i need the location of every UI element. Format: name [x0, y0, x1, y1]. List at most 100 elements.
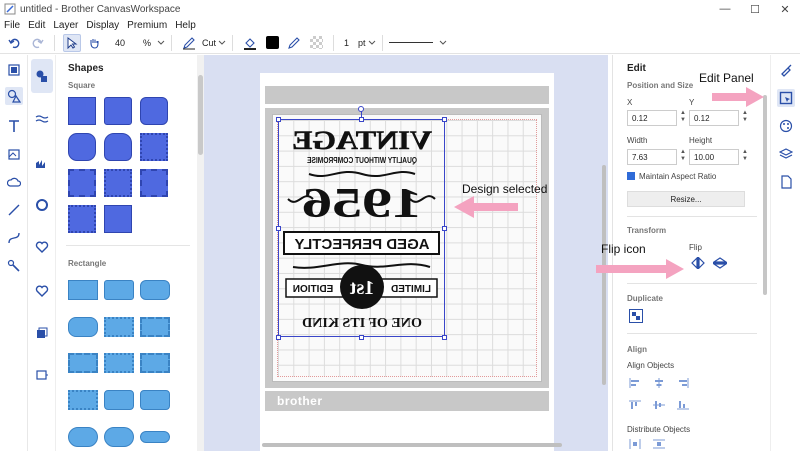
- shapes-button[interactable]: [5, 87, 23, 105]
- cut-label[interactable]: Cut: [202, 38, 216, 48]
- fill-color-swatch[interactable]: [263, 34, 281, 52]
- shape-square-scallop[interactable]: [104, 169, 132, 197]
- align-middle-icon[interactable]: [653, 400, 665, 410]
- shape-rectangle-round[interactable]: [140, 280, 170, 300]
- shape-rectangle-stamp[interactable]: [104, 317, 134, 337]
- shape-rectangle-zigzag[interactable]: [140, 317, 170, 337]
- y-stepper[interactable]: ▲ ▼: [742, 110, 748, 124]
- x-stepper[interactable]: ▲ ▼: [680, 110, 686, 124]
- resize-handle-w[interactable]: [276, 226, 281, 231]
- shape-rectangle-dots[interactable]: [68, 390, 98, 410]
- shape-square-plain[interactable]: [104, 205, 132, 233]
- height-stepper[interactable]: ▲ ▼: [742, 149, 748, 163]
- cloud-button[interactable]: [5, 173, 23, 191]
- transparent-color-swatch[interactable]: [307, 34, 325, 52]
- edit-panel-button[interactable]: [777, 89, 795, 107]
- shape-square-stamp[interactable]: [140, 133, 168, 161]
- shape-rectangle-soft[interactable]: [68, 317, 98, 337]
- shape-square-zigzag[interactable]: [68, 169, 96, 197]
- zoom-input[interactable]: 40: [111, 35, 139, 51]
- shape-square-rounded[interactable]: [104, 97, 132, 125]
- align-left-icon[interactable]: [629, 378, 641, 388]
- menu-edit[interactable]: Edit: [28, 20, 45, 31]
- menu-file[interactable]: File: [4, 20, 20, 31]
- resize-handle-nw[interactable]: [276, 117, 281, 122]
- shape-rectangle[interactable]: [68, 280, 98, 300]
- align-center-icon[interactable]: [653, 378, 665, 388]
- width-stepper[interactable]: ▲ ▼: [680, 149, 686, 163]
- close-button[interactable]: ✕: [770, 0, 800, 18]
- resize-handle-e[interactable]: [442, 226, 447, 231]
- flip-vertical-icon[interactable]: [713, 257, 727, 269]
- category-hearts[interactable]: [32, 237, 52, 257]
- line-tool-button[interactable]: [180, 34, 198, 52]
- height-input[interactable]: 10.00: [689, 149, 739, 165]
- width-input[interactable]: 7.63: [627, 149, 677, 165]
- x-input[interactable]: 0.12: [627, 110, 677, 126]
- menu-help[interactable]: Help: [175, 20, 196, 31]
- undo-button[interactable]: [6, 34, 24, 52]
- text-button[interactable]: [5, 117, 23, 135]
- duplicate-button[interactable]: [629, 309, 643, 323]
- shape-rectangle-thin[interactable]: [140, 431, 170, 443]
- select-tool-button[interactable]: [63, 33, 81, 52]
- trace-button[interactable]: [5, 145, 23, 163]
- align-right-icon[interactable]: [677, 378, 689, 388]
- shape-square-pinked[interactable]: [68, 205, 96, 233]
- shape-rectangle-wave[interactable]: [68, 353, 98, 373]
- selection-box[interactable]: [278, 119, 445, 337]
- resize-handle-n[interactable]: [359, 117, 364, 122]
- maintain-aspect-checkbox[interactable]: [627, 172, 635, 180]
- redo-button[interactable]: [28, 34, 46, 52]
- pan-tool-button[interactable]: [85, 34, 103, 52]
- shape-square[interactable]: [68, 97, 96, 125]
- shape-rectangle-scallop[interactable]: [104, 353, 134, 373]
- shape-rectangle-rounded[interactable]: [104, 280, 134, 300]
- shape-square-round[interactable]: [140, 97, 168, 125]
- shapes-scrollbar[interactable]: [197, 55, 204, 451]
- freehand-button[interactable]: [5, 229, 23, 247]
- resize-button[interactable]: Resize...: [627, 191, 745, 207]
- tool-settings-button[interactable]: [777, 61, 795, 79]
- color-panel-button[interactable]: [777, 117, 795, 135]
- maximize-button[interactable]: ☐: [740, 0, 770, 18]
- minimize-button[interactable]: —: [710, 0, 740, 18]
- fill-button[interactable]: [241, 34, 259, 52]
- category-borders[interactable]: [32, 109, 52, 129]
- distribute-horizontal-icon[interactable]: [629, 439, 641, 449]
- resize-handle-sw[interactable]: [276, 335, 281, 340]
- resize-handle-ne[interactable]: [442, 117, 447, 122]
- category-silhouettes[interactable]: [32, 153, 52, 173]
- line-style-dropdown[interactable]: [388, 35, 449, 51]
- menu-display[interactable]: Display: [86, 20, 119, 31]
- category-layers[interactable]: [32, 323, 52, 343]
- shape-square-soft[interactable]: [68, 133, 96, 161]
- shape-rectangle-tab[interactable]: [104, 390, 134, 410]
- templates-button[interactable]: [5, 61, 23, 79]
- resize-handle-s[interactable]: [359, 335, 364, 340]
- shape-square-wave[interactable]: [140, 169, 168, 197]
- edit-points-button[interactable]: [5, 257, 23, 275]
- shape-rectangle-capsule[interactable]: [104, 427, 134, 447]
- rotation-handle[interactable]: [358, 106, 364, 112]
- line-width-input[interactable]: 1: [340, 35, 358, 51]
- category-heart[interactable]: [32, 281, 52, 301]
- shape-square-bulge[interactable]: [104, 133, 132, 161]
- line-draw-button[interactable]: [5, 201, 23, 219]
- line-color-button[interactable]: [285, 34, 303, 52]
- shape-rectangle-banner[interactable]: [140, 390, 170, 410]
- distribute-vertical-icon[interactable]: [653, 439, 665, 449]
- menu-layer[interactable]: Layer: [53, 20, 78, 31]
- page-settings-button[interactable]: [777, 173, 795, 191]
- y-input[interactable]: 0.12: [689, 110, 739, 126]
- align-bottom-icon[interactable]: [677, 400, 689, 410]
- resize-handle-se[interactable]: [442, 335, 447, 340]
- zoom-unit-dropdown[interactable]: %: [139, 35, 157, 51]
- shape-rectangle-pill[interactable]: [68, 427, 98, 447]
- category-labels[interactable]: [32, 365, 52, 385]
- canvas-horizontal-scrollbar[interactable]: [206, 441, 604, 449]
- edit-panel-scrollbar[interactable]: [762, 55, 768, 451]
- category-basic-shapes[interactable]: [31, 59, 53, 93]
- category-frames[interactable]: [32, 195, 52, 215]
- layers-button[interactable]: [777, 145, 795, 163]
